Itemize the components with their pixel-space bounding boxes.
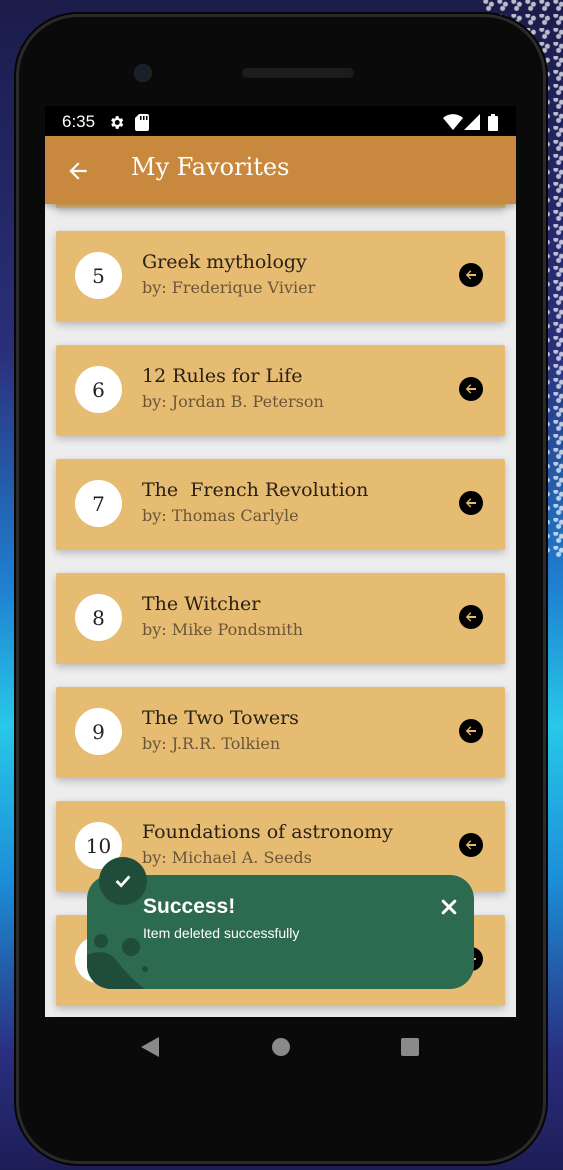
toast-background: Success! Item deleted successfully xyxy=(87,875,474,989)
home-circle-icon[interactable] xyxy=(272,1038,290,1056)
toast-message: Item deleted successfully xyxy=(143,925,300,941)
list-item[interactable]: 8 The Witcher by: Mike Pondsmith xyxy=(56,573,505,664)
phone-screen: 6:35 My Favorites 5 Greek mythology by: … xyxy=(45,106,516,1017)
arrow-left-icon[interactable] xyxy=(65,158,91,184)
item-number-badge: 6 xyxy=(75,366,122,413)
app-bar: My Favorites xyxy=(45,136,516,204)
remove-favorite-icon[interactable] xyxy=(459,605,483,629)
close-icon[interactable] xyxy=(439,897,459,917)
book-title: Greek mythology xyxy=(142,251,307,273)
book-author: by: Thomas Carlyle xyxy=(142,506,299,525)
book-author: by: J.R.R. Tolkien xyxy=(142,734,281,753)
remove-favorite-icon[interactable] xyxy=(459,491,483,515)
remove-favorite-icon[interactable] xyxy=(459,263,483,287)
wifi-icon xyxy=(443,114,463,130)
status-bar: 6:35 xyxy=(45,106,516,136)
list-item[interactable]: 6 12 Rules for Life by: Jordan B. Peters… xyxy=(56,345,505,436)
list-item[interactable]: 9 The Two Towers by: J.R.R. Tolkien xyxy=(56,687,505,778)
sd-card-icon xyxy=(135,114,149,131)
book-title: The French Revolution xyxy=(142,479,369,501)
battery-icon xyxy=(488,114,498,131)
toast-title: Success! xyxy=(143,895,236,918)
remove-favorite-icon[interactable] xyxy=(459,833,483,857)
item-number-badge: 8 xyxy=(75,594,122,641)
front-camera xyxy=(136,66,150,80)
signal-icon xyxy=(464,114,480,130)
book-title: The Two Towers xyxy=(142,707,299,729)
status-time: 6:35 xyxy=(62,112,96,131)
item-number-badge: 5 xyxy=(75,252,122,299)
book-author: by: Jordan B. Peterson xyxy=(142,392,324,411)
book-title: 12 Rules for Life xyxy=(142,365,303,387)
item-number-badge: 7 xyxy=(75,480,122,527)
list-item[interactable]: 7 The French Revolution by: Thomas Carly… xyxy=(56,459,505,550)
remove-favorite-icon[interactable] xyxy=(459,377,483,401)
item-number-badge: 9 xyxy=(75,708,122,755)
remove-favorite-icon[interactable] xyxy=(459,719,483,743)
page-title: My Favorites xyxy=(131,153,290,181)
check-icon xyxy=(99,857,147,905)
gear-icon xyxy=(111,116,124,129)
system-navigation-bar xyxy=(45,1017,516,1077)
book-title: Foundations of astronomy xyxy=(142,821,393,843)
book-author: by: Mike Pondsmith xyxy=(142,620,304,639)
earpiece-speaker xyxy=(242,68,354,78)
book-title: The Witcher xyxy=(142,593,261,615)
back-triangle-icon[interactable] xyxy=(141,1037,159,1057)
list-item[interactable]: 5 Greek mythology by: Frederique Vivier xyxy=(56,231,505,322)
book-author: by: Michael A. Seeds xyxy=(142,848,312,867)
recents-square-icon[interactable] xyxy=(401,1038,419,1056)
book-author: by: Frederique Vivier xyxy=(142,278,316,297)
success-toast: Success! Item deleted successfully xyxy=(87,857,474,989)
list-item-partial[interactable] xyxy=(56,204,505,208)
